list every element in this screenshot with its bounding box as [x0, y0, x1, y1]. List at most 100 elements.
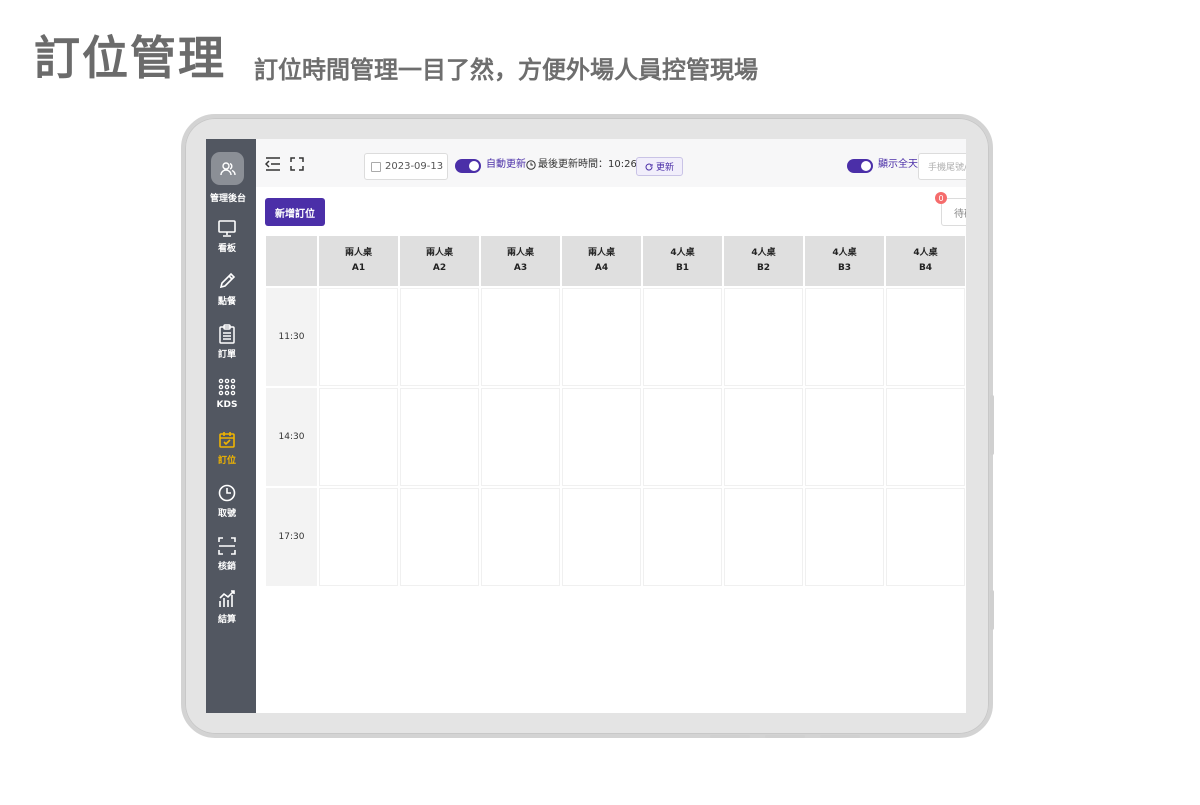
table-id: B2 [756, 263, 771, 273]
grid-corner-cell [266, 236, 317, 286]
search-input[interactable]: 手機尾號/名稱 [918, 153, 966, 180]
reservation-slot[interactable] [562, 288, 641, 386]
table-id: B3 [837, 263, 852, 273]
table-column-header: 兩人桌 A4 [562, 236, 641, 286]
refresh-icon [645, 163, 653, 170]
reservation-slot[interactable] [481, 488, 560, 586]
table-id: B4 [918, 263, 933, 273]
table-column-header: 4人桌 B4 [886, 236, 965, 286]
sidebar-item-label: 點餐 [217, 297, 236, 307]
reservation-slot[interactable] [643, 388, 722, 486]
reservation-slot[interactable] [319, 288, 398, 386]
reservation-slot[interactable] [481, 288, 560, 386]
date-picker[interactable]: 2023-09-13 [364, 153, 448, 180]
reservation-slot[interactable] [805, 388, 884, 486]
table-id: A4 [594, 263, 609, 273]
tablet-side-button [990, 590, 994, 630]
reservation-slot[interactable] [319, 388, 398, 486]
sidebar-item-label: 訂位 [217, 456, 236, 466]
sidebar-item-label: KDS [216, 400, 238, 410]
time-slot: 17:30 [266, 488, 317, 586]
collapse-menu-icon[interactable] [265, 157, 281, 171]
table-type: 4人桌 [913, 248, 938, 258]
reservation-slot[interactable] [562, 388, 641, 486]
sidebar-item-dashboard[interactable]: 看板 [206, 217, 248, 261]
table-type: 4人桌 [832, 248, 857, 258]
clock-icon [526, 160, 536, 170]
page-title: 訂位管理 [34, 31, 226, 85]
grid-dots-icon [217, 376, 237, 398]
clipboard-icon [217, 323, 237, 345]
refresh-label: 更新 [655, 163, 674, 173]
table-id: B1 [675, 263, 690, 273]
calendar-icon [371, 161, 381, 172]
reservation-slot[interactable] [562, 488, 641, 586]
table-id: A3 [513, 263, 528, 273]
sidebar-title: 管理後台 [209, 194, 246, 204]
table-type: 兩人桌 [587, 248, 615, 258]
time-slot: 11:30 [266, 288, 317, 386]
users-icon [219, 161, 236, 175]
top-bar: 2023-09-13 自動更新 最後更新時間：10:26:13 更新 顯示全天 … [256, 139, 966, 187]
time-slot: 14:30 [266, 388, 317, 486]
sidebar-item-orders[interactable]: 訂單 [206, 323, 248, 367]
chart-icon [217, 588, 237, 610]
fullscreen-icon[interactable] [289, 157, 305, 171]
pending-count-badge: 0 [935, 192, 947, 204]
table-column-header: 4人桌 B3 [805, 236, 884, 286]
reservation-slot[interactable] [805, 288, 884, 386]
table-type: 兩人桌 [506, 248, 534, 258]
sidebar-item-reservation[interactable]: 訂位 [206, 429, 248, 473]
reservation-slot[interactable] [886, 288, 965, 386]
table-type: 4人桌 [751, 248, 776, 258]
table-column-header: 兩人桌 A3 [481, 236, 560, 286]
table-id: A1 [351, 263, 366, 273]
reservation-slot[interactable] [400, 488, 479, 586]
tablet-bottom-button [765, 735, 805, 738]
sidebar-item-label: 看板 [217, 244, 236, 254]
reservation-slot[interactable] [805, 488, 884, 586]
table-column-header: 4人桌 B1 [643, 236, 722, 286]
sidebar-item-order[interactable]: 點餐 [206, 270, 248, 314]
table-column-header: 兩人桌 A2 [400, 236, 479, 286]
clock-icon [217, 482, 237, 504]
table-id: A2 [432, 263, 447, 273]
show-all-day-label: 顯示全天 [878, 159, 918, 170]
auto-refresh-label: 自動更新 [486, 159, 526, 170]
sidebar-item-label: 結算 [217, 615, 236, 625]
sidebar-item-label: 核銷 [217, 562, 236, 572]
table-column-header: 4人桌 B2 [724, 236, 803, 286]
reservation-slot[interactable] [319, 488, 398, 586]
sidebar-item-settlement[interactable]: 結算 [206, 588, 248, 632]
sidebar-item-queue[interactable]: 取號 [206, 482, 248, 526]
sidebar-item-kds[interactable]: KDS [206, 376, 248, 420]
monitor-icon [217, 217, 237, 239]
table-type: 兩人桌 [344, 248, 372, 258]
sidebar-item-redeem[interactable]: 核銷 [206, 535, 248, 579]
reservation-slot[interactable] [481, 388, 560, 486]
auto-refresh-toggle[interactable] [455, 159, 481, 173]
pencil-icon [217, 270, 237, 292]
add-reservation-button[interactable]: 新增訂位 [265, 198, 325, 226]
table-type: 4人桌 [670, 248, 695, 258]
reservation-slot[interactable] [724, 488, 803, 586]
table-column-header: 兩人桌 A1 [319, 236, 398, 286]
sidebar: 管理後台 看板 點餐 訂單 KDS 訂位 取號 核銷 結算 [206, 139, 256, 713]
show-all-day-toggle[interactable] [847, 159, 873, 173]
tablet-side-button [990, 395, 994, 455]
refresh-button[interactable]: 更新 [636, 157, 683, 176]
calendar-check-icon [217, 429, 237, 451]
reservation-slot[interactable] [724, 388, 803, 486]
tablet-bottom-button [820, 735, 860, 738]
reservation-slot[interactable] [643, 288, 722, 386]
sidebar-item-label: 取號 [217, 509, 236, 519]
avatar[interactable] [211, 152, 244, 185]
app-screen: 管理後台 看板 點餐 訂單 KDS 訂位 取號 核銷 結算 2023-09-13… [206, 139, 966, 713]
reservation-slot[interactable] [400, 288, 479, 386]
page-subtitle: 訂位時間管理一目了然，方便外場人員控管現場 [254, 56, 758, 84]
reservation-slot[interactable] [400, 388, 479, 486]
reservation-slot[interactable] [886, 388, 965, 486]
reservation-slot[interactable] [724, 288, 803, 386]
reservation-slot[interactable] [643, 488, 722, 586]
reservation-slot[interactable] [886, 488, 965, 586]
